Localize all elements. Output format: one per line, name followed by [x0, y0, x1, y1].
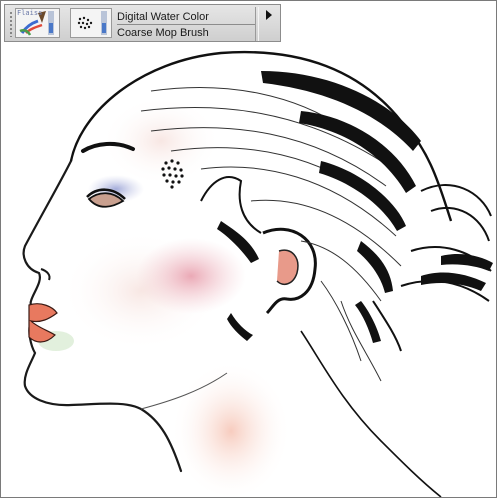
flyout-menu-button[interactable]: [261, 9, 277, 37]
forehead-wash: [101, 96, 221, 186]
triangle-right-icon: [266, 10, 272, 20]
nostril: [40, 268, 51, 281]
brush-variant-name[interactable]: Coarse Mop Brush: [117, 27, 209, 39]
drag-grip-handle[interactable]: [9, 11, 13, 37]
neck-back-line: [300, 330, 442, 497]
hairline: [200, 176, 262, 234]
dab-profile-icon: [77, 11, 107, 35]
brush-variant-button[interactable]: [70, 8, 112, 38]
category-thumbnail-label: Flaiss: [17, 9, 43, 17]
brush-category-button[interactable]: Flaiss: [15, 8, 60, 38]
blush-patch: [136, 238, 246, 314]
label-divider: [117, 24, 255, 25]
painter-window: Flaiss Digital Water Color Coarse Mop Br…: [0, 0, 497, 498]
lips: [28, 303, 58, 343]
toolbar-divider: [255, 7, 259, 41]
brush-selector-bar: Flaiss Digital Water Color Coarse Mop Br…: [4, 4, 281, 42]
ear-inner: [276, 249, 299, 286]
drawing-canvas[interactable]: [1, 1, 496, 497]
brush-category-name[interactable]: Digital Water Color: [117, 11, 209, 23]
neck-wash: [171, 361, 291, 497]
